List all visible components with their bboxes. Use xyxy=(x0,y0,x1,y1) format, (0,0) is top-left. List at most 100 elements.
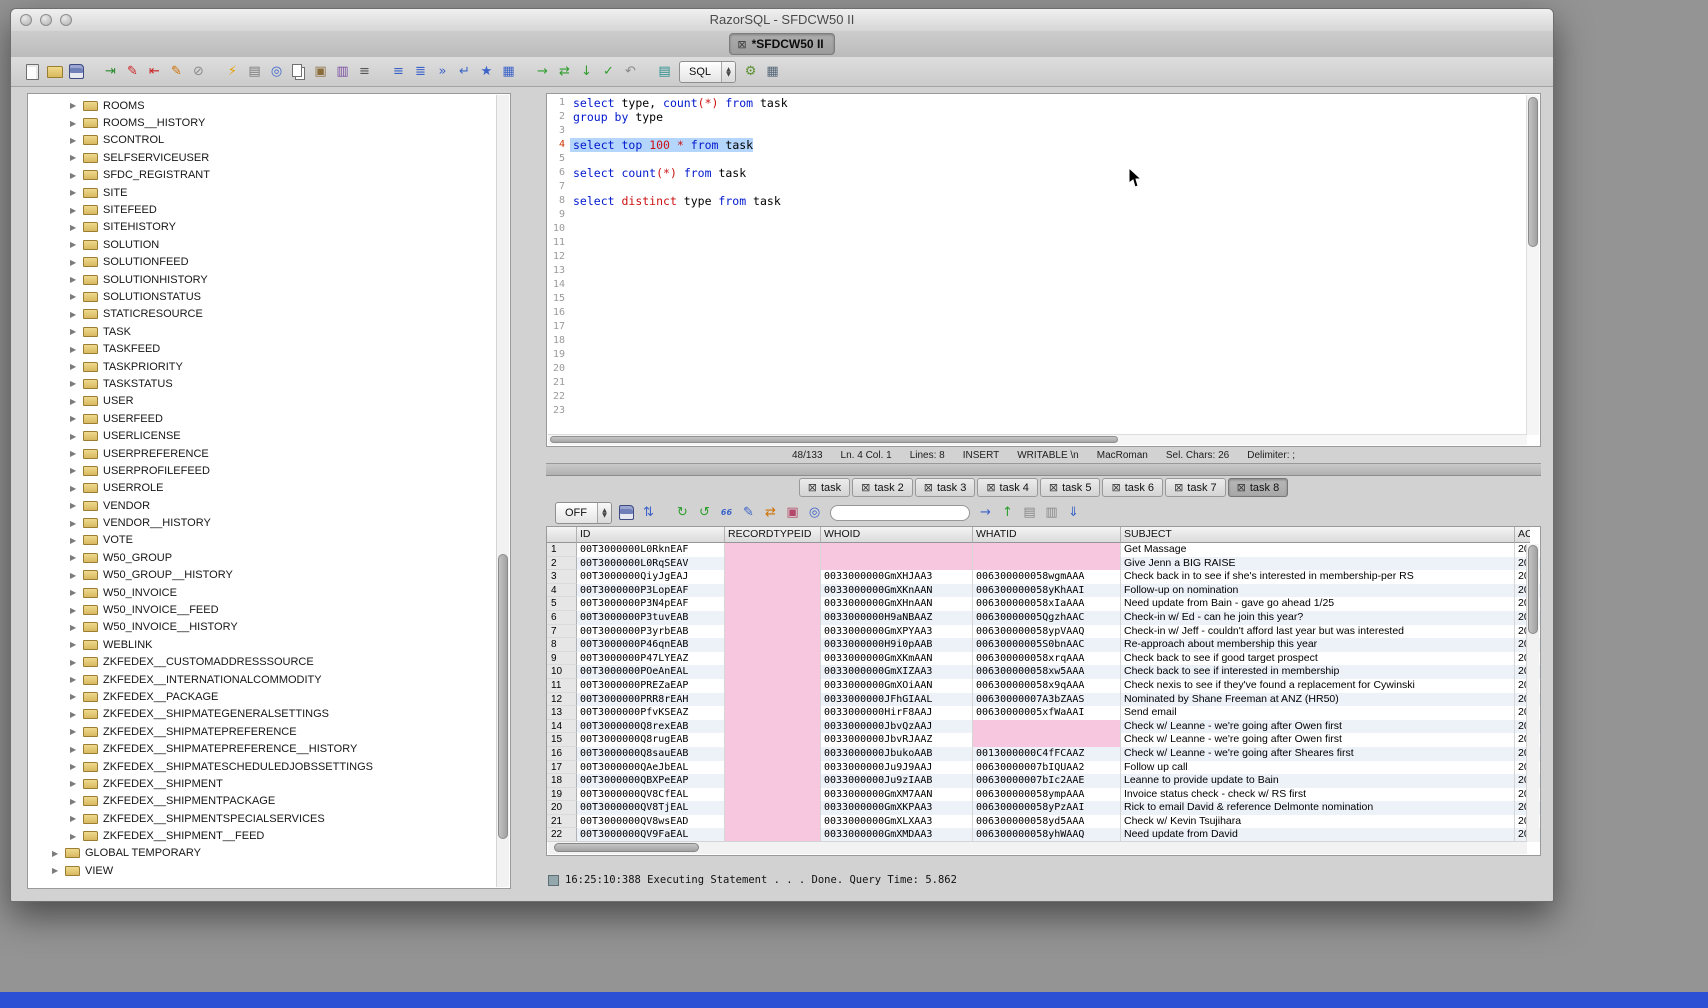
editor-line-8[interactable]: 8select distinct type from task xyxy=(547,194,1540,208)
tree-item-label[interactable]: SOLUTIONHISTORY xyxy=(103,274,208,286)
editor-line-16[interactable]: 16 xyxy=(547,306,1540,320)
disclosure-triangle-icon[interactable]: ▶ xyxy=(70,240,83,249)
row-number-cell[interactable]: 4 xyxy=(547,584,577,598)
tree-item-label[interactable]: USERROLE xyxy=(103,482,164,494)
editor-line-15[interactable]: 15 xyxy=(547,292,1540,306)
new-file-icon[interactable] xyxy=(23,62,42,81)
grid-row-10[interactable]: 1000T3000000POeAnEAL0033000000GmXIZAA300… xyxy=(547,665,1540,679)
cell-id[interactable]: 00T3000000L0RknEAF xyxy=(577,543,725,557)
tree-item-zkfedex-shipmentspecialservices[interactable]: ▶ZKFEDEX__SHIPMENTSPECIALSERVICES xyxy=(28,810,510,827)
editor-vscroll-thumb[interactable] xyxy=(1528,97,1538,247)
column-header-subject[interactable]: SUBJECT xyxy=(1121,527,1515,543)
table-search-input[interactable] xyxy=(830,505,970,521)
cell-whatid[interactable]: 006300000058ympAAA xyxy=(973,788,1121,802)
tree-item-taskpriority[interactable]: ▶TASKPRIORITY xyxy=(28,358,510,375)
disclosure-triangle-icon[interactable]: ▶ xyxy=(70,136,83,145)
save-icon[interactable] xyxy=(67,62,86,81)
tree-item-weblink[interactable]: ▶WEBLINK xyxy=(28,636,510,653)
tree-item-label[interactable]: W50_INVOICE__HISTORY xyxy=(103,621,238,633)
tree-item-label[interactable]: ZKFEDEX__SHIPMENT xyxy=(103,778,223,790)
row-number-cell[interactable]: 15 xyxy=(547,733,577,747)
refresh-icon[interactable]: ↻ xyxy=(673,503,692,522)
disclosure-triangle-icon[interactable]: ▶ xyxy=(70,588,83,597)
result-tab-task[interactable]: ⊠task xyxy=(799,478,850,497)
grid-row-8[interactable]: 800T3000000P46qnEAB0033000000H9i0pAAB006… xyxy=(547,638,1540,652)
export-page-icon[interactable]: ▥ xyxy=(1042,503,1061,522)
code-text[interactable] xyxy=(570,250,573,264)
tree-item-label[interactable]: ROOMS__HISTORY xyxy=(103,117,205,129)
cell-id[interactable]: 00T3000000POeAnEAL xyxy=(577,665,725,679)
tree-item-solutionfeed[interactable]: ▶SOLUTIONFEED xyxy=(28,254,510,271)
grid-row-1[interactable]: 100T3000000L0RknEAFGet Massage200 xyxy=(547,543,1540,557)
tree-item-label[interactable]: ZKFEDEX__SHIPMATEPREFERENCE__HISTORY xyxy=(103,743,357,755)
grid-vscroll-thumb[interactable] xyxy=(1528,545,1538,634)
row-number-cell[interactable]: 5 xyxy=(547,597,577,611)
list-icon[interactable]: ≡ xyxy=(355,62,374,81)
tree-item-label[interactable]: ZKFEDEX__SHIPMENTPACKAGE xyxy=(103,795,275,807)
cell-id[interactable]: 00T3000000P3tuvEAB xyxy=(577,611,725,625)
save-results-icon[interactable] xyxy=(617,503,636,522)
editor-line-2[interactable]: 2group by type xyxy=(547,110,1540,124)
cell-whatid[interactable]: 00630000005xfWaAAI xyxy=(973,706,1121,720)
tree-item-label[interactable]: USERFEED xyxy=(103,413,163,425)
disclosure-triangle-icon[interactable]: ▶ xyxy=(70,101,83,110)
close-tab-icon[interactable]: ⊠ xyxy=(1111,481,1120,494)
tree-item-userrole[interactable]: ▶USERROLE xyxy=(28,480,510,497)
code-text[interactable] xyxy=(570,180,573,194)
code-text[interactable]: select distinct type from task xyxy=(570,194,781,208)
row-number-cell[interactable]: 9 xyxy=(547,652,577,666)
close-tab-icon[interactable]: ⊠ xyxy=(808,481,817,494)
cell-recordtypeid[interactable] xyxy=(725,720,821,734)
cell-recordtypeid[interactable] xyxy=(725,747,821,761)
cell-whatid[interactable]: 006300000058wgmAAA xyxy=(973,570,1121,584)
cell-whatid[interactable]: 006300000058yKhAAI xyxy=(973,584,1121,598)
tree-item-label[interactable]: W50_GROUP xyxy=(103,552,172,564)
edit-page-icon[interactable]: ▤ xyxy=(1020,503,1039,522)
highlight-icon[interactable]: ▣ xyxy=(783,503,802,522)
cell-whoid[interactable]: 0033000000GmXOiAAN xyxy=(821,679,973,693)
code-text[interactable] xyxy=(570,390,573,404)
tree-item-w50-invoice-history[interactable]: ▶W50_INVOICE__HISTORY xyxy=(28,619,510,636)
wrap-icon[interactable]: ↵ xyxy=(455,62,474,81)
cell-id[interactable]: 00T3000000P3N4pEAF xyxy=(577,597,725,611)
tree-item-label[interactable]: GLOBAL TEMPORARY xyxy=(85,847,201,859)
tree-scrollbar[interactable] xyxy=(496,95,509,887)
tree-item-label[interactable]: WEBLINK xyxy=(103,639,153,651)
cell-recordtypeid[interactable] xyxy=(725,543,821,557)
row-number-cell[interactable]: 7 xyxy=(547,625,577,639)
code-text[interactable]: select count(*) from task xyxy=(570,166,746,180)
code-text[interactable] xyxy=(570,236,573,250)
cell-subject[interactable]: Get Massage xyxy=(1121,543,1515,557)
grid-vertical-scrollbar[interactable] xyxy=(1526,544,1539,842)
cell-id[interactable]: 00T3000000Q8sauEAB xyxy=(577,747,725,761)
cell-recordtypeid[interactable] xyxy=(725,733,821,747)
tree-item-label[interactable]: ZKFEDEX__SHIPMATESCHEDULEDJOBSSETTINGS xyxy=(103,761,373,773)
tree-scrollbar-thumb[interactable] xyxy=(498,554,508,839)
tree-item-userprofilefeed[interactable]: ▶USERPROFILEFEED xyxy=(28,462,510,479)
result-tab-task-2[interactable]: ⊠task 2 xyxy=(852,478,913,497)
go-next-icon[interactable]: → xyxy=(976,503,995,522)
limit-select[interactable]: OFF ▲▼ xyxy=(555,502,612,524)
tree-item-task[interactable]: ▶TASK xyxy=(28,323,510,340)
tree-item-sitefeed[interactable]: ▶SITEFEED xyxy=(28,201,510,218)
cell-recordtypeid[interactable] xyxy=(725,693,821,707)
disclosure-triangle-icon[interactable]: ▶ xyxy=(70,327,83,336)
cell-subject[interactable]: Invoice status check - check w/ RS first xyxy=(1121,788,1515,802)
sql-editor[interactable]: 1select type, count(*) from task2group b… xyxy=(546,93,1541,447)
tree-item-label[interactable]: USERPROFILEFEED xyxy=(103,465,210,477)
row-number-cell[interactable]: 17 xyxy=(547,761,577,775)
disclosure-triangle-icon[interactable]: ▶ xyxy=(70,727,83,736)
tree-item-sitehistory[interactable]: ▶SITEHISTORY xyxy=(28,219,510,236)
disclosure-triangle-icon[interactable]: ▶ xyxy=(70,275,83,284)
tree-item-label[interactable]: TASKFEED xyxy=(103,343,160,355)
grid-horizontal-scrollbar[interactable] xyxy=(548,841,1527,854)
code-text[interactable] xyxy=(570,152,573,166)
tree-item-label[interactable]: W50_INVOICE__FEED xyxy=(103,604,219,616)
cell-recordtypeid[interactable] xyxy=(725,597,821,611)
editor-line-13[interactable]: 13 xyxy=(547,264,1540,278)
editor-line-4[interactable]: 4select top 100 * from task xyxy=(547,138,1540,152)
editor-line-18[interactable]: 18 xyxy=(547,334,1540,348)
tree-item-site[interactable]: ▶SITE xyxy=(28,184,510,201)
cell-whatid[interactable]: 006300000058xrqAAA xyxy=(973,652,1121,666)
tree-item-label[interactable]: SFDC_REGISTRANT xyxy=(103,169,210,181)
